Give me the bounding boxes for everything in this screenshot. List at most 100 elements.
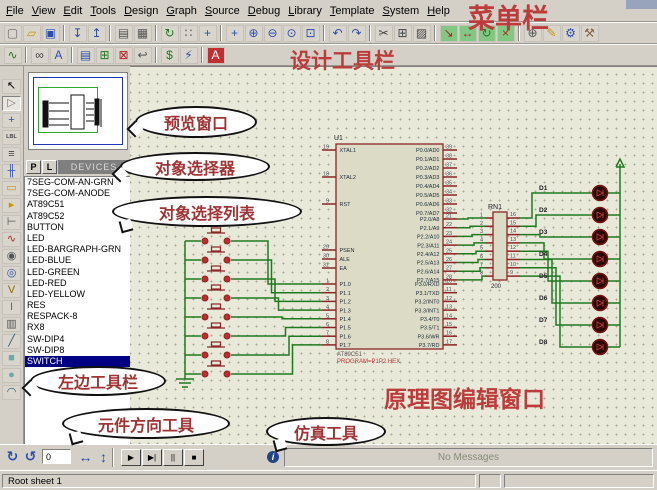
device-pin-mode-icon[interactable]: ⊢ [2, 215, 21, 230]
subcircuit-mode-icon[interactable]: ▭ [2, 181, 21, 196]
virtual-instruments-mode-icon[interactable]: ▥ [2, 317, 21, 332]
goto-sheet-icon[interactable]: ↩ [134, 47, 152, 64]
push-buttons[interactable] [202, 228, 230, 377]
block-copy-icon[interactable]: ↘ [440, 25, 458, 42]
copy-icon[interactable]: ⊞ [394, 25, 412, 42]
mirror-horizontal-icon[interactable]: ↔ [77, 448, 94, 465]
tape-recorder-mode-icon[interactable]: ◉ [2, 249, 21, 264]
current-probe-mode-icon[interactable]: I [2, 300, 21, 315]
mcu-u1[interactable]: U1AT89C51PROGRAM=P1P2.HEX19XTAL118XTAL29… [322, 135, 457, 365]
menu-graph[interactable]: Graph [162, 5, 201, 17]
menu-source[interactable]: Source [201, 5, 244, 17]
device-item[interactable]: LED-YELLOW [25, 289, 130, 300]
preview-window[interactable] [28, 72, 128, 150]
rotate-clockwise-icon[interactable]: ↻ [4, 448, 21, 465]
zoom-out-icon[interactable]: ⊖ [264, 25, 282, 42]
pick-device-button[interactable]: P [26, 160, 41, 174]
toggle-grid-icon[interactable]: ∷ [180, 25, 198, 42]
led-column[interactable]: D1D2D3D4D5D6D7D8 [539, 185, 608, 355]
library-manager-button[interactable]: L [42, 160, 57, 174]
menu-system[interactable]: System [379, 5, 424, 17]
2d-box-mode-icon[interactable]: ■ [2, 351, 21, 366]
2d-circle-mode-icon[interactable]: ● [2, 368, 21, 383]
selection-mode-icon[interactable]: ↖ [2, 79, 21, 94]
device-item[interactable]: SW-DIP8 [25, 345, 130, 356]
redo-icon[interactable]: ↷ [348, 25, 366, 42]
packaging-tool-icon[interactable]: ⚙ [562, 25, 580, 42]
voltage-probe-mode-icon[interactable]: V [2, 283, 21, 298]
import-section-icon[interactable]: ↧ [69, 25, 87, 42]
menu-template[interactable]: Template [326, 5, 379, 17]
menu-file[interactable]: File [2, 5, 28, 17]
device-item[interactable]: 7SEG-COM-AN-GRN [25, 177, 130, 188]
netlist-to-ares-icon[interactable]: A [207, 47, 225, 64]
component-mode-icon[interactable]: ▷ [2, 96, 21, 111]
zoom-all-icon[interactable]: ⊙ [283, 25, 301, 42]
mirror-vertical-icon[interactable]: ↕ [95, 448, 112, 465]
menu-tools[interactable]: Tools [86, 5, 120, 17]
toolbar-separator [155, 25, 157, 41]
text-script-mode-icon[interactable]: ≡ [2, 147, 21, 162]
mark-print-area-icon[interactable]: ▦ [134, 25, 152, 42]
electrical-rule-check-icon[interactable]: ⚡ [180, 47, 198, 64]
pause-button[interactable]: || [163, 449, 183, 466]
2d-line-mode-icon[interactable]: ╱ [2, 334, 21, 349]
property-assignment-tool-icon[interactable]: A [50, 47, 68, 64]
device-item[interactable]: RES [25, 300, 130, 311]
device-item[interactable]: 7SEG-COM-ANODE [25, 188, 130, 199]
export-section-icon[interactable]: ↥ [88, 25, 106, 42]
search-and-tag-icon[interactable]: ∞ [31, 47, 49, 64]
new-file-icon[interactable]: ▢ [4, 25, 22, 42]
device-item[interactable]: LED-GREEN [25, 267, 130, 278]
bill-of-materials-icon[interactable]: $ [161, 47, 179, 64]
device-item[interactable]: BUTTON [25, 222, 130, 233]
cut-icon[interactable]: ✂ [375, 25, 393, 42]
menu-library[interactable]: Library [284, 5, 326, 17]
rotate-anticlockwise-icon[interactable]: ↺ [22, 448, 39, 465]
wire-autorouter-icon[interactable]: ∿ [4, 47, 22, 64]
device-item[interactable]: LED-RED [25, 278, 130, 289]
menu-help[interactable]: Help [423, 5, 454, 17]
stop-button[interactable]: ■ [184, 449, 204, 466]
device-item[interactable]: LED-BARGRAPH-GRN [25, 244, 130, 255]
wire-label-mode-icon[interactable]: LBL [2, 130, 21, 145]
save-file-icon[interactable]: ▣ [42, 25, 60, 42]
play-button[interactable]: ▶ [121, 449, 141, 466]
bus-mode-icon[interactable]: ╫ [2, 164, 21, 179]
undo-icon[interactable]: ↶ [329, 25, 347, 42]
refresh-display-icon[interactable]: ↻ [161, 25, 179, 42]
rotation-angle-input[interactable] [42, 449, 71, 464]
print-icon[interactable]: ▤ [115, 25, 133, 42]
svg-text:D7: D7 [539, 317, 548, 324]
menu-design[interactable]: Design [120, 5, 162, 17]
annotation-menu-bar: 菜单栏 [468, 0, 549, 36]
graph-mode-icon[interactable]: ∿ [2, 232, 21, 247]
pan-icon[interactable]: + [226, 25, 244, 42]
origin-icon[interactable]: + [199, 25, 217, 42]
decompose-icon[interactable]: ⚒ [581, 25, 599, 42]
menu-view[interactable]: View [28, 5, 60, 17]
device-item[interactable]: LED [25, 233, 130, 244]
device-list[interactable]: 7SEG-COM-AN-GRN7SEG-COM-ANODEAT89C51AT89… [24, 176, 130, 444]
remove-sheet-icon[interactable]: ⊠ [115, 47, 133, 64]
paste-icon[interactable]: ▨ [413, 25, 431, 42]
junction-dot-mode-icon[interactable]: + [2, 113, 21, 128]
zoom-area-icon[interactable]: ⊡ [302, 25, 320, 42]
open-file-icon[interactable]: ▱ [23, 25, 41, 42]
2d-arc-mode-icon[interactable]: ◠ [2, 385, 21, 400]
new-sheet-icon[interactable]: ⊞ [96, 47, 114, 64]
device-item[interactable]: RESPACK-8 [25, 311, 130, 322]
terminal-mode-icon[interactable]: ▸ [2, 198, 21, 213]
menu-debug[interactable]: Debug [244, 5, 284, 17]
device-item[interactable]: RX8 [25, 322, 130, 333]
device-item[interactable]: SW-DIP4 [25, 334, 130, 345]
zoom-in-icon[interactable]: ⊕ [245, 25, 263, 42]
menu-edit[interactable]: Edit [59, 5, 86, 17]
step-button[interactable]: ▶| [142, 449, 162, 466]
generator-mode-icon[interactable]: ◎ [2, 266, 21, 281]
svg-text:34: 34 [446, 190, 452, 196]
svg-text:15: 15 [446, 322, 452, 328]
resistor-network-rn1[interactable]: RN120011621531441351261171089 [480, 204, 520, 290]
device-item[interactable]: LED-BLUE [25, 255, 130, 266]
design-explorer-icon[interactable]: ▤ [77, 47, 95, 64]
